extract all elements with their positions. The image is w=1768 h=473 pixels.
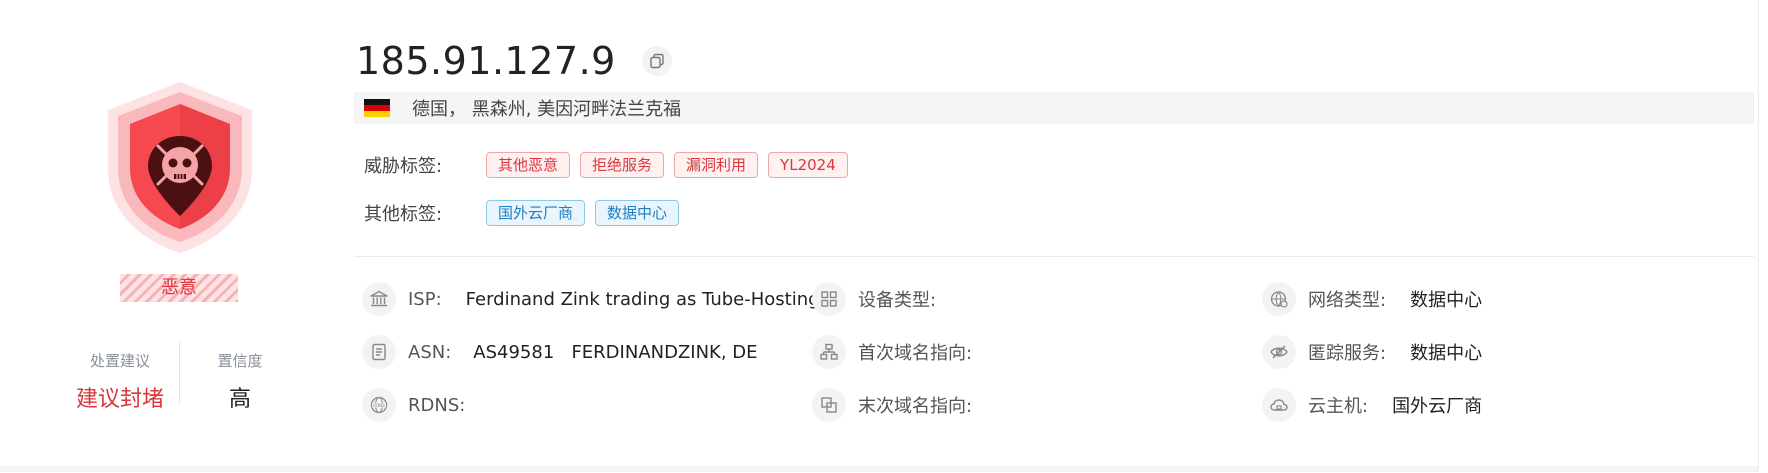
metric-label: 置信度 xyxy=(217,352,263,370)
germany-flag-icon xyxy=(364,99,390,117)
last-domain-field: 末次域名指向: xyxy=(812,385,972,425)
overlap-squares-icon xyxy=(812,388,846,422)
cloud-host-value: 国外云厂商 xyxy=(1392,396,1483,417)
malicious-shield-icon xyxy=(108,82,252,253)
threat-tag[interactable]: YL2024 xyxy=(768,152,848,178)
asn-field: ASN: AS49581 FERDINANDZINK, DE xyxy=(362,332,758,372)
ip-address: 185.91.127.9 xyxy=(356,39,616,83)
threat-tag[interactable]: 拒绝服务 xyxy=(580,152,665,178)
threat-tags-label: 威胁标签: xyxy=(364,156,443,177)
hierarchy-icon xyxy=(812,335,846,369)
isp-field: ISP: Ferdinand Zink trading as Tube-Host… xyxy=(362,279,820,319)
svg-text:RDNS: RDNS xyxy=(373,403,385,408)
device-type-field: 设备类型: xyxy=(812,279,936,319)
other-tag[interactable]: 国外云厂商 xyxy=(486,200,586,226)
confidence-level: 置信度 高 xyxy=(180,340,300,413)
metric-value: 建议封堵 xyxy=(75,387,164,412)
threat-tag[interactable]: 其他恶意 xyxy=(486,152,571,178)
threat-tag[interactable]: 漏洞利用 xyxy=(674,152,759,178)
first-domain-field: 首次域名指向: xyxy=(812,332,972,372)
anonymity-value: 数据中心 xyxy=(1410,343,1483,364)
network-type-field: 网络类型: 数据中心 xyxy=(1262,279,1482,319)
device-type-label: 设备类型: xyxy=(858,290,937,311)
verdict-metrics: 处置建议 建议封堵 置信度 高 xyxy=(60,340,300,413)
copy-icon xyxy=(650,53,664,69)
rdns-globe-icon: RDNS xyxy=(362,388,396,422)
asn-label: ASN: xyxy=(408,341,452,363)
eye-slash-icon xyxy=(1262,335,1296,369)
grid-icon xyxy=(812,282,846,316)
globe-network-icon xyxy=(1262,282,1296,316)
cloud-icon xyxy=(1262,388,1296,422)
verdict-panel: 恶意 处置建议 建议封堵 置信度 高 xyxy=(0,0,340,466)
other-tag[interactable]: 数据中心 xyxy=(595,200,680,226)
other-tags-label: 其他标签: xyxy=(364,204,443,225)
network-type-label: 网络类型: xyxy=(1308,290,1387,311)
cloud-host-field: 云主机: 国外云厂商 xyxy=(1262,385,1482,425)
location-bar: 德国， 黑森州, 美因河畔法兰克福 xyxy=(354,92,1754,124)
bank-icon xyxy=(362,282,396,316)
last-domain-label: 末次域名指向: xyxy=(858,396,973,417)
ip-detail-card: 恶意 处置建议 建议封堵 置信度 高 185.91.127.9 德国， 黑森州,… xyxy=(0,0,1759,472)
copy-button[interactable] xyxy=(641,46,672,76)
other-tags-row: 其他标签: 国外云厂商 数据中心 xyxy=(364,200,689,226)
document-icon xyxy=(362,335,396,369)
anonymity-label: 匿踪服务: xyxy=(1308,343,1387,364)
isp-value: Ferdinand Zink trading as Tube-Hosting xyxy=(465,288,820,310)
rdns-label: RDNS: xyxy=(408,394,466,416)
threat-tags-row: 威胁标签: 其他恶意 拒绝服务 漏洞利用 YL2024 xyxy=(364,152,858,178)
section-divider xyxy=(354,256,1754,257)
verdict-badge: 恶意 xyxy=(120,274,238,302)
asn-value: AS49581 FERDINANDZINK, DE xyxy=(473,341,758,363)
rdns-field: RDNS RDNS: xyxy=(362,385,465,425)
first-domain-label: 首次域名指向: xyxy=(858,343,973,364)
cloud-host-label: 云主机: xyxy=(1308,396,1369,417)
ip-heading: 185.91.127.9 xyxy=(356,36,672,86)
anonymity-field: 匿踪服务: 数据中心 xyxy=(1262,332,1482,372)
isp-label: ISP: xyxy=(408,288,442,310)
location-text: 德国， 黑森州, 美因河畔法兰克福 xyxy=(412,99,682,120)
metric-value: 高 xyxy=(228,387,251,412)
disposal-suggestion: 处置建议 建议封堵 xyxy=(60,340,180,413)
network-type-value: 数据中心 xyxy=(1410,290,1483,311)
metric-label: 处置建议 xyxy=(89,352,150,370)
